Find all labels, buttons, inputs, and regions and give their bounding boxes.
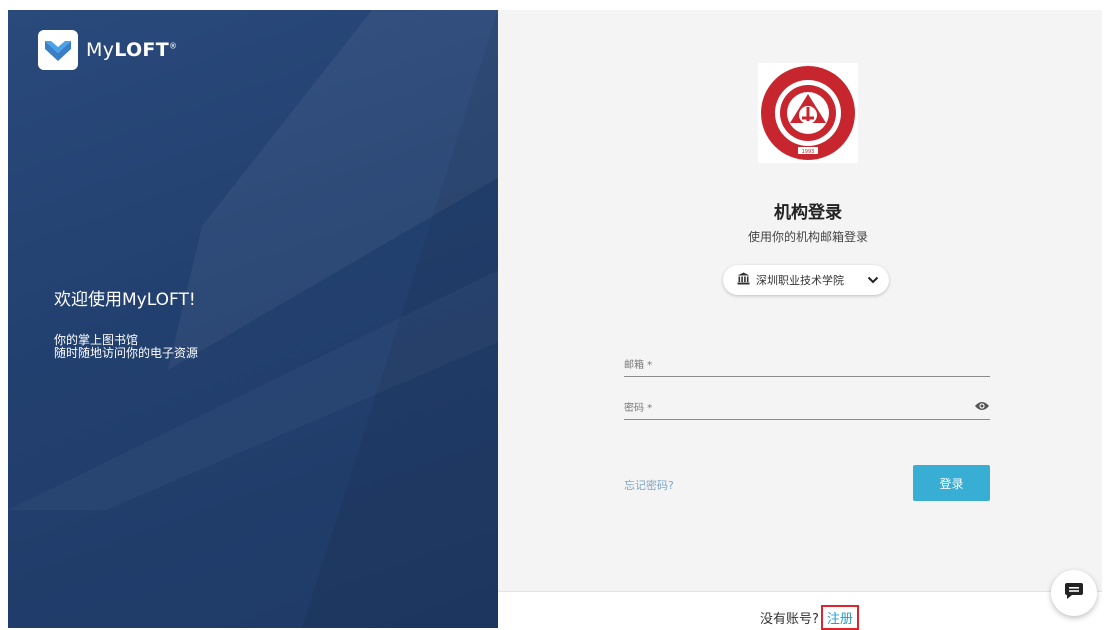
eye-icon[interactable] (974, 397, 990, 416)
signup-link[interactable]: 注册 (820, 605, 859, 630)
brand-name-prefix: My (86, 39, 115, 61)
email-label: 邮箱 * (624, 360, 653, 371)
chat-icon (1064, 582, 1084, 604)
brand-name-suffix: LOFT (114, 39, 169, 61)
page-title: 机构登录 (774, 203, 842, 223)
signup-prompt-text: 没有账号? (760, 612, 819, 627)
password-underline (624, 419, 990, 420)
emblem-year: 1993 (802, 149, 815, 155)
password-label: 密码 * (624, 403, 653, 414)
institution-select[interactable]: 深圳职业技术学院 (723, 265, 889, 295)
tagline: 你的掌上图书馆 随时随地访问你的电子资源 (54, 334, 198, 360)
login-button[interactable]: 登录 (913, 465, 990, 501)
registered-mark: ® (168, 41, 178, 51)
institution-value: 深圳职业技术学院 (756, 274, 844, 287)
email-underline (624, 376, 990, 377)
brand-name: MyLOFT® (86, 39, 177, 61)
myloft-logo-icon (38, 30, 78, 70)
password-field[interactable]: 密码 * (624, 399, 990, 420)
institution-icon (737, 272, 750, 288)
page-subtitle: 使用你的机构邮箱登录 (747, 230, 868, 244)
chat-button[interactable] (1051, 570, 1097, 616)
footer-divider (498, 591, 1102, 592)
welcome-heading: 欢迎使用MyLOFT! (54, 290, 196, 310)
tagline-line: 随时随地访问你的电子资源 (54, 346, 199, 360)
email-field[interactable]: 邮箱 * (624, 356, 990, 377)
signup-prompt: 没有账号? 注册 (760, 605, 859, 630)
chevron-down-icon (867, 274, 879, 287)
hero-panel (8, 10, 498, 628)
myloft-logo: MyLOFT® (38, 30, 177, 70)
institution-emblem: 1993 (758, 63, 858, 163)
forgot-password-link[interactable]: 忘记密码? (624, 477, 674, 493)
